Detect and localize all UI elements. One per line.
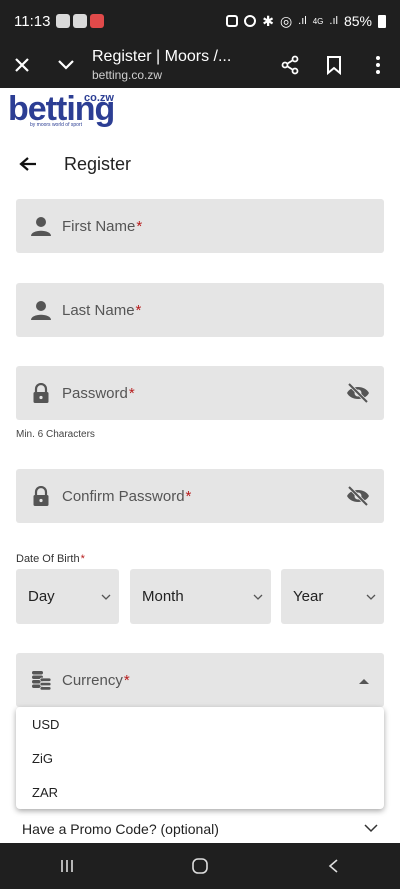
battery-saver-icon bbox=[226, 15, 239, 27]
back-icon bbox=[329, 859, 338, 873]
browser-toolbar: Register | Moors /... betting.co.zw bbox=[0, 42, 400, 88]
close-icon bbox=[15, 58, 29, 72]
last-name-label: Last Name bbox=[62, 301, 135, 319]
status-icons: ✱ ◎ .ıl 4G .ıl 85% bbox=[226, 13, 386, 30]
message-icon bbox=[56, 14, 71, 28]
month-select-value: Month bbox=[142, 588, 184, 605]
required-mark: * bbox=[135, 301, 142, 319]
browser-page-title: Register | Moors /... bbox=[92, 48, 232, 66]
chevron-down-icon bbox=[58, 60, 74, 70]
share-icon bbox=[281, 55, 299, 75]
required-mark: * bbox=[185, 487, 192, 505]
close-tab-button[interactable] bbox=[0, 42, 44, 88]
caret-up-icon bbox=[359, 679, 369, 684]
signal-icon: .ıl bbox=[329, 15, 338, 27]
month-select[interactable]: Month bbox=[130, 569, 271, 624]
battery-icon bbox=[378, 14, 386, 28]
recent-apps-icon bbox=[60, 860, 73, 872]
browser-url: betting.co.zw bbox=[92, 68, 163, 83]
toggle-confirm-password-visibility[interactable] bbox=[346, 485, 370, 507]
network-type: 4G bbox=[312, 16, 324, 26]
year-select[interactable]: Year bbox=[281, 569, 384, 624]
logo-domain: co.zw bbox=[84, 92, 114, 104]
currency-select[interactable]: Currency * bbox=[16, 653, 384, 707]
app-notification-icon bbox=[90, 14, 105, 28]
year-select-value: Year bbox=[293, 588, 324, 605]
promo-code-toggle[interactable]: Have a Promo Code? (optional) bbox=[0, 815, 400, 843]
recent-apps-button[interactable] bbox=[37, 843, 97, 889]
site-logo[interactable]: betting co.zw by moors world of sport bbox=[8, 92, 115, 132]
coins-icon bbox=[30, 669, 52, 691]
more-vertical-icon bbox=[376, 56, 380, 74]
logo-tagline: by moors world of sport bbox=[30, 122, 82, 128]
person-icon bbox=[30, 215, 52, 237]
required-mark: * bbox=[80, 553, 85, 565]
toggle-password-visibility[interactable] bbox=[346, 382, 370, 404]
person-icon bbox=[30, 299, 52, 321]
eye-off-icon bbox=[347, 485, 369, 507]
required-mark: * bbox=[123, 671, 130, 689]
day-select-value: Day bbox=[28, 588, 55, 605]
currency-option-usd[interactable]: USD bbox=[16, 707, 384, 741]
lock-icon bbox=[30, 382, 52, 404]
currency-option-zig[interactable]: ZiG bbox=[16, 741, 384, 775]
bookmark-button[interactable] bbox=[312, 42, 356, 88]
share-button[interactable] bbox=[268, 42, 312, 88]
promo-code-label: Have a Promo Code? (optional) bbox=[22, 821, 219, 837]
alarm-icon bbox=[244, 15, 257, 27]
back-nav-button[interactable] bbox=[303, 843, 363, 889]
chevron-down-icon bbox=[366, 594, 376, 600]
home-button[interactable] bbox=[170, 843, 230, 889]
chevron-down-icon bbox=[101, 594, 111, 600]
page-title: Register bbox=[64, 153, 132, 174]
hotspot-icon: ◎ bbox=[279, 12, 293, 29]
password-field[interactable]: Password * bbox=[16, 366, 384, 420]
page-info[interactable]: Register | Moors /... betting.co.zw bbox=[88, 47, 268, 83]
more-options-button[interactable] bbox=[356, 42, 400, 88]
bluetooth-icon: ✱ bbox=[262, 12, 274, 29]
lock-icon bbox=[30, 485, 52, 507]
currency-dropdown-menu: USD ZiG ZAR bbox=[16, 707, 384, 809]
first-name-field[interactable]: First Name * bbox=[16, 199, 384, 253]
day-select[interactable]: Day bbox=[16, 569, 119, 624]
confirm-password-field[interactable]: Confirm Password * bbox=[16, 469, 384, 523]
currency-label: Currency bbox=[62, 671, 123, 689]
battery-level: 85% bbox=[343, 13, 372, 29]
system-navigation-bar bbox=[0, 843, 400, 889]
required-mark: * bbox=[128, 384, 135, 402]
bookmark-icon bbox=[327, 56, 341, 75]
collapse-button[interactable] bbox=[44, 42, 88, 88]
password-helper-text: Min. 6 Characters bbox=[16, 429, 95, 440]
confirm-password-label: Confirm Password bbox=[62, 487, 185, 505]
first-name-label: First Name bbox=[62, 217, 136, 235]
status-bar: 11:13 ✱ ◎ .ıl 4G .ıl 85% bbox=[0, 0, 400, 42]
status-time: 11:13 bbox=[14, 12, 51, 30]
dob-label: Date Of Birth* bbox=[16, 553, 85, 565]
last-name-field[interactable]: Last Name * bbox=[16, 283, 384, 337]
arrow-left-icon bbox=[19, 157, 36, 171]
eye-off-icon bbox=[347, 382, 369, 404]
required-mark: * bbox=[136, 217, 143, 235]
notification-icons bbox=[56, 14, 105, 28]
password-label: Password bbox=[62, 384, 128, 402]
back-button[interactable] bbox=[8, 156, 48, 172]
page-header: Register bbox=[0, 146, 400, 182]
chevron-down-icon bbox=[364, 824, 378, 833]
message-icon bbox=[73, 14, 88, 28]
dob-label-text: Date Of Birth bbox=[16, 553, 80, 565]
currency-option-zar[interactable]: ZAR bbox=[16, 775, 384, 809]
signal-icon: .ıl bbox=[298, 15, 307, 27]
home-icon bbox=[192, 858, 208, 874]
chevron-down-icon bbox=[253, 594, 263, 600]
